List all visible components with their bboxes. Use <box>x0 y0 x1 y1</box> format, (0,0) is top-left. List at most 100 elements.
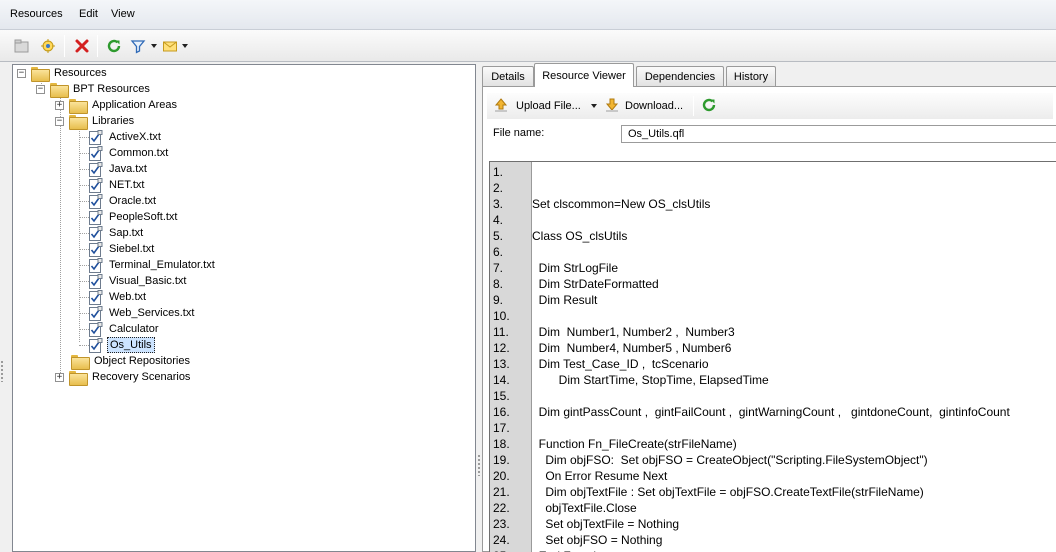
code-line: Set objFSO = Nothing <box>532 533 663 547</box>
collapse-toggle[interactable]: − <box>36 84 45 94</box>
tree-node-label: Java.txt <box>109 163 147 175</box>
tree-node-object-repositories[interactable]: Object Repositories <box>55 353 192 370</box>
line-number: 15. <box>493 389 510 403</box>
tree-node-library-item[interactable]: Os_Utils <box>89 337 155 353</box>
tree-node-library-item[interactable]: Java.txt <box>89 161 149 177</box>
function-library-icon <box>89 337 103 353</box>
tree-node-library-item[interactable]: Calculator <box>89 321 161 337</box>
function-library-icon <box>89 225 103 241</box>
tree-node-application-areas[interactable]: + Application Areas <box>55 97 179 114</box>
tree-node-library-item[interactable]: Siebel.txt <box>89 241 156 257</box>
function-library-icon <box>89 129 103 145</box>
collapse-toggle[interactable]: − <box>55 116 64 126</box>
code-line: objTextFile.Close <box>532 501 637 515</box>
code-line: On Error Resume Next <box>532 469 668 483</box>
tree-node-recovery-scenarios[interactable]: + Recovery Scenarios <box>55 369 192 386</box>
new-folder-icon[interactable] <box>12 36 32 56</box>
refresh-icon[interactable] <box>104 36 124 56</box>
tab-strip: Details Resource Viewer Dependencies His… <box>482 62 1056 87</box>
function-library-icon <box>89 257 103 273</box>
tab-details[interactable]: Details <box>482 66 534 86</box>
tree-node-library-item[interactable]: Terminal_Emulator.txt <box>89 257 217 273</box>
code-line: Dim gintPassCount , gintFailCount , gint… <box>532 405 1010 419</box>
new-resource-icon[interactable] <box>38 36 58 56</box>
folder-open-icon <box>50 82 69 98</box>
line-number: 23. <box>493 517 510 531</box>
tree-node-label: NET.txt <box>109 179 145 191</box>
line-number: 16. <box>493 405 510 419</box>
download-button[interactable]: Download... <box>604 97 683 115</box>
code-line: End Function <box>532 548 610 552</box>
menu-bar: Resources Edit View <box>0 0 1056 30</box>
function-library-icon <box>89 209 103 225</box>
tree-node-libraries[interactable]: − Libraries <box>55 113 136 130</box>
tab-dependencies[interactable]: Dependencies <box>636 66 724 86</box>
function-library-icon <box>89 321 103 337</box>
line-number: 3. <box>493 197 504 211</box>
tree-node-library-item[interactable]: Oracle.txt <box>89 193 158 209</box>
function-library-icon <box>89 241 103 257</box>
refresh-icon <box>701 97 717 116</box>
tree-node-label: Oracle.txt <box>109 195 157 207</box>
folder-icon <box>69 98 88 114</box>
code-line: Dim StartTime, StopTime, ElapsedTime <box>532 373 769 387</box>
tree-node-library-item[interactable]: NET.txt <box>89 177 146 193</box>
tree-node-label: Siebel.txt <box>109 243 155 255</box>
line-number: 7. <box>493 261 504 275</box>
file-name-label: File name: <box>493 127 545 139</box>
tree-node-library-item[interactable]: PeopleSoft.txt <box>89 209 180 225</box>
line-number: 2. <box>493 181 504 195</box>
tree-node-library-item[interactable]: ActiveX.txt <box>89 129 163 145</box>
code-line: Dim objTextFile : Set objTextFile = objF… <box>532 485 924 499</box>
line-number: 10. <box>493 309 510 323</box>
left-collapse-grip[interactable] <box>0 360 4 382</box>
filter-dropdown-arrow[interactable] <box>151 44 157 48</box>
code-line: Dim StrDateFormatted <box>532 277 659 291</box>
line-number: 8. <box>493 277 504 291</box>
tab-history[interactable]: History <box>726 66 776 86</box>
line-number: 18. <box>493 437 510 451</box>
expand-toggle[interactable]: + <box>55 372 64 382</box>
details-panel: Details Resource Viewer Dependencies His… <box>482 62 1056 552</box>
resource-tree: − Resources − BPT Resources + Applicatio… <box>12 64 476 552</box>
function-library-icon <box>89 161 103 177</box>
tree-node-label: Sap.txt <box>109 227 144 239</box>
tree-node-bpt-resources[interactable]: − BPT Resources <box>36 81 152 98</box>
menu-edit[interactable]: Edit <box>79 8 98 20</box>
line-number: 25. <box>493 548 510 552</box>
tab-resource-viewer[interactable]: Resource Viewer <box>534 63 634 87</box>
tree-node-resources[interactable]: − Resources <box>17 65 109 82</box>
tree-node-label: PeopleSoft.txt <box>109 211 178 223</box>
folder-icon <box>71 354 90 370</box>
upload-file-button[interactable]: Upload File... <box>493 97 597 115</box>
function-library-icon <box>89 289 103 305</box>
collapse-toggle[interactable]: − <box>17 68 26 78</box>
line-number: 24. <box>493 533 510 547</box>
upload-dropdown-arrow[interactable] <box>590 104 597 108</box>
tree-node-library-item[interactable]: Web.txt <box>89 289 148 305</box>
line-number: 11. <box>493 325 509 339</box>
filter-icon[interactable] <box>128 36 148 56</box>
viewer-refresh-button[interactable] <box>701 97 717 115</box>
menu-resources[interactable]: Resources <box>10 8 63 20</box>
email-dropdown-arrow[interactable] <box>182 44 188 48</box>
main-toolbar <box>0 30 1056 62</box>
menu-view[interactable]: View <box>111 8 135 20</box>
tree-node-library-item[interactable]: Web_Services.txt <box>89 305 196 321</box>
folder-open-icon <box>31 66 50 82</box>
line-number: 19. <box>493 453 510 467</box>
tree-node-library-item[interactable]: Common.txt <box>89 145 170 161</box>
code-line: Dim objFSO: Set objFSO = CreateObject("S… <box>532 453 928 467</box>
tree-node-library-item[interactable]: Sap.txt <box>89 225 145 241</box>
delete-icon[interactable] <box>72 36 92 56</box>
tree-node-label: Terminal_Emulator.txt <box>109 259 215 271</box>
line-number-gutter: 1. 2. 3. 4. 5. 6. 7. 8. 9. 10. 11. 12. 13. 14. 15. 16. 1… <box>490 162 532 552</box>
code-line: Set objTextFile = Nothing <box>532 517 680 531</box>
line-number: 20. <box>493 469 510 483</box>
tree-node-library-item[interactable]: Visual_Basic.txt <box>89 273 188 289</box>
send-email-icon[interactable] <box>160 36 180 56</box>
code-line: Dim Result <box>532 293 598 307</box>
expand-toggle[interactable]: + <box>55 100 64 110</box>
code-viewer[interactable]: 1. 2. 3. 4. 5. 6. 7. 8. 9. 10. 11. 12. 13. 14. 15. 16. 1… <box>489 161 1056 552</box>
function-library-icon <box>89 305 103 321</box>
